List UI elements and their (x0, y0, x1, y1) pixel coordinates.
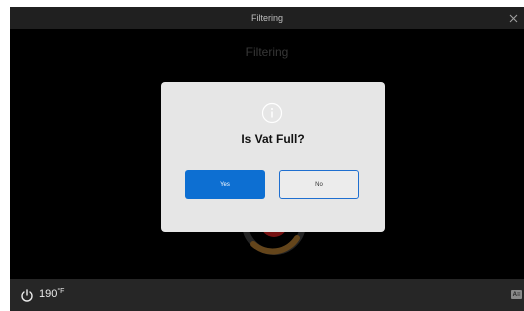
temperature-value: 190 (39, 288, 58, 300)
info-icon (261, 102, 283, 124)
power-icon[interactable] (20, 288, 34, 302)
device-screen: Filtering Filtering Is Vat Full? Yes No … (10, 7, 524, 311)
title-bar: Filtering (10, 7, 524, 29)
confirm-dialog: Is Vat Full? Yes No (161, 82, 385, 232)
dialog-question: Is Vat Full? (241, 132, 305, 146)
keyboard-icon[interactable]: A≡ (511, 290, 522, 299)
window-title: Filtering (250, 13, 283, 23)
close-icon[interactable] (506, 11, 520, 25)
temperature-unit: °F (57, 288, 65, 295)
status-bar: 190°F A≡ (10, 279, 524, 311)
modal-overlay: Is Vat Full? Yes No (10, 29, 524, 279)
no-button[interactable]: No (279, 170, 359, 199)
temperature-readout: 190°F (39, 288, 64, 300)
yes-button[interactable]: Yes (185, 170, 265, 199)
